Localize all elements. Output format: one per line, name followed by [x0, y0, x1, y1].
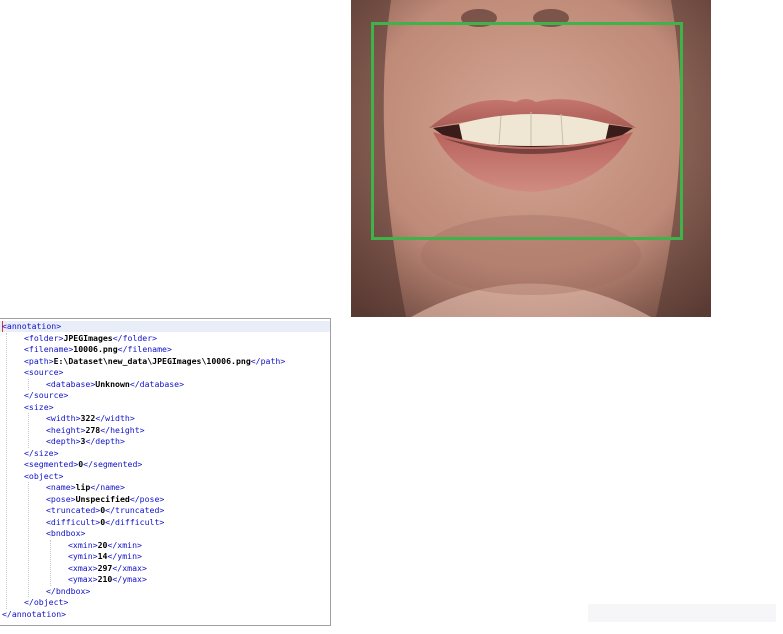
xml-close-tag: </xmax>: [112, 562, 147, 573]
xml-open-tag: <difficult>: [46, 516, 101, 527]
xml-line[interactable]: <xmax>297</xmax>: [0, 563, 285, 575]
face-image: [351, 0, 711, 317]
xml-close-tag: </height>: [100, 424, 145, 435]
xml-line[interactable]: <pose>Unspecified</pose>: [0, 494, 285, 506]
xml-open-tag: </annotation>: [2, 608, 67, 619]
xml-close-tag: </filename>: [117, 344, 172, 354]
xml-line[interactable]: <width>322</width>: [0, 413, 285, 425]
xml-open-tag: </source>: [24, 390, 69, 400]
xml-close-tag: </name>: [90, 482, 125, 492]
xml-value: 210: [97, 574, 113, 584]
xml-line[interactable]: <path>E:\Dataset\new_data\JPEGImages\100…: [0, 356, 285, 368]
xml-open-tag: <size>: [24, 401, 54, 412]
xml-code: <annotation> <folder>JPEGImages</folder> <…: [0, 321, 285, 620]
xml-open-tag: <xmin>: [68, 539, 98, 550]
xml-open-tag: <depth>: [46, 436, 81, 446]
xml-line[interactable]: <truncated>0</truncated>: [0, 505, 285, 517]
xml-line[interactable]: <ymax>210</ymax>: [0, 574, 285, 586]
lip-photo: [351, 0, 711, 317]
xml-value: 278: [85, 424, 101, 435]
xml-open-tag: <width>: [46, 413, 81, 423]
xml-open-tag: <pose>: [46, 493, 76, 504]
xml-value: 322: [80, 413, 96, 423]
xml-close-tag: </pose>: [129, 493, 165, 504]
xml-line[interactable]: <folder>JPEGImages</folder>: [0, 333, 285, 345]
xml-close-tag: </xmin>: [107, 539, 142, 550]
xml-close-tag: </depth>: [85, 436, 125, 446]
xml-open-tag: <source>: [24, 367, 64, 377]
xml-close-tag: </difficult>: [105, 516, 165, 527]
xml-close-tag: </path>: [250, 355, 286, 366]
xml-value: 14: [97, 551, 108, 561]
xml-close-tag: </ymax>: [112, 574, 147, 584]
xml-line[interactable]: <database>Unknown</database>: [0, 379, 285, 391]
xml-value: E:\Dataset\new_data\JPEGImages\10006.png: [53, 355, 251, 366]
xml-open-tag: <ymax>: [68, 574, 98, 584]
xml-value: 297: [97, 562, 113, 573]
xml-value: lip: [75, 482, 91, 492]
xml-line[interactable]: </annotation>: [0, 609, 285, 621]
xml-close-tag: </segmented>: [83, 459, 143, 469]
xml-value: Unknown: [95, 378, 130, 389]
xml-open-tag: <xmax>: [68, 562, 98, 573]
xml-value: JPEGImages: [63, 332, 113, 343]
xml-close-tag: </folder>: [112, 332, 158, 343]
xml-line[interactable]: <size>: [0, 402, 285, 414]
xml-line[interactable]: <source>: [0, 367, 285, 379]
xml-open-tag: <path>: [24, 355, 54, 366]
xml-open-tag: <segmented>: [24, 459, 79, 469]
xml-open-tag: <truncated>: [46, 505, 101, 515]
xml-open-tag: </bndbox>: [46, 585, 91, 596]
xml-line[interactable]: <height>278</height>: [0, 425, 285, 437]
xml-line[interactable]: <difficult>0</difficult>: [0, 517, 285, 529]
xml-open-tag: <bndbox>: [46, 528, 86, 538]
faint-panel: [588, 604, 776, 622]
xml-line[interactable]: <segmented>0</segmented>: [0, 459, 285, 471]
xml-open-tag: </size>: [24, 447, 59, 458]
xml-line[interactable]: <bndbox>: [0, 528, 285, 540]
xml-close-tag: </truncated>: [105, 505, 165, 515]
xml-editor[interactable]: <annotation> <folder>JPEGImages</folder> <…: [0, 318, 331, 626]
xml-open-tag: <name>: [46, 482, 76, 492]
xml-close-tag: </ymin>: [107, 551, 142, 561]
xml-line[interactable]: <annotation>: [0, 321, 285, 333]
xml-line[interactable]: </bndbox>: [0, 586, 285, 598]
xml-line[interactable]: <filename>10006.png</filename>: [0, 344, 285, 356]
xml-open-tag: <height>: [46, 424, 86, 435]
xml-line[interactable]: <depth>3</depth>: [0, 436, 285, 448]
xml-value: 20: [97, 539, 108, 550]
xml-close-tag: </database>: [129, 378, 185, 389]
xml-close-tag: </width>: [95, 413, 135, 423]
xml-open-tag: <annotation>: [2, 321, 62, 331]
xml-line[interactable]: </source>: [0, 390, 285, 402]
xml-value: 10006.png: [73, 344, 118, 354]
xml-line[interactable]: </object>: [0, 597, 285, 609]
xml-line[interactable]: <xmin>20</xmin>: [0, 540, 285, 552]
xml-open-tag: <folder>: [24, 332, 64, 343]
xml-open-tag: <object>: [24, 470, 64, 481]
xml-line[interactable]: </size>: [0, 448, 285, 460]
xml-line[interactable]: <object>: [0, 471, 285, 483]
xml-open-tag: <filename>: [24, 344, 74, 354]
xml-open-tag: <ymin>: [68, 551, 98, 561]
xml-open-tag: </object>: [24, 597, 69, 607]
xml-value: Unspecified: [75, 493, 130, 504]
xml-line[interactable]: <name>lip</name>: [0, 482, 285, 494]
xml-open-tag: <database>: [46, 378, 96, 389]
xml-line[interactable]: <ymin>14</ymin>: [0, 551, 285, 563]
